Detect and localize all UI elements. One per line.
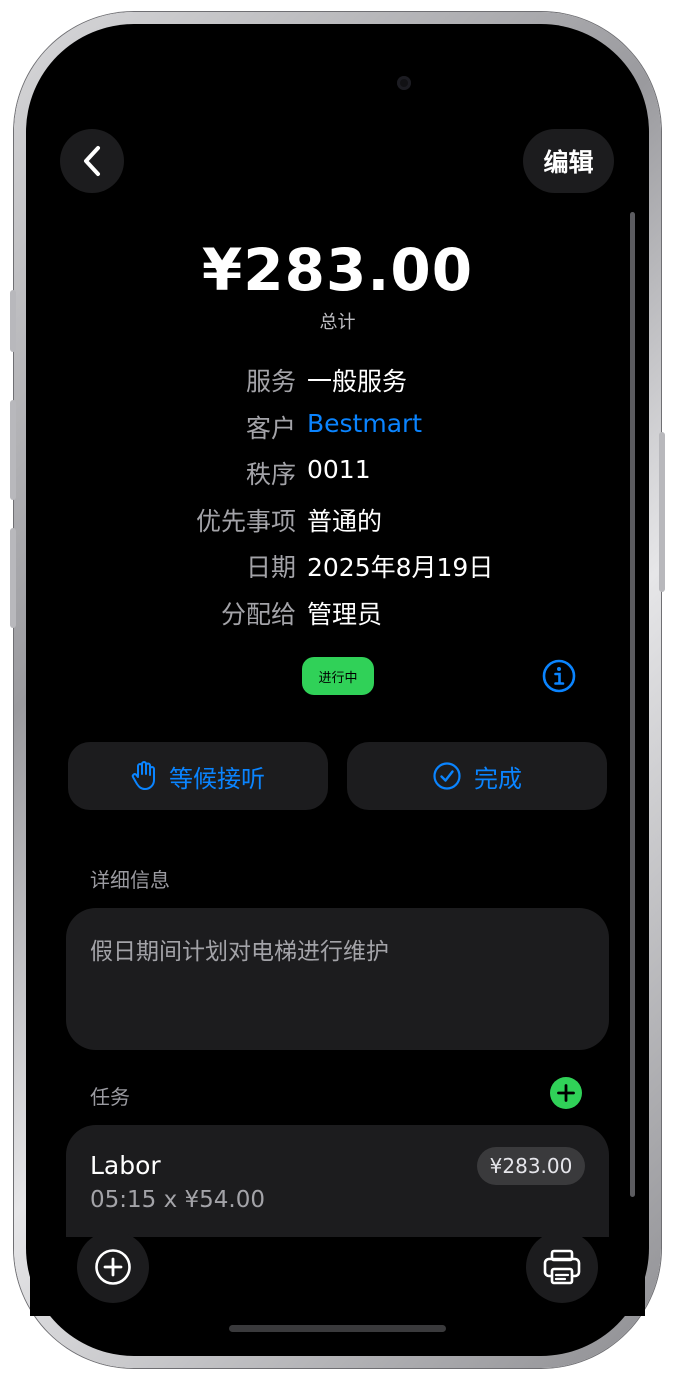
printer-icon [543, 1249, 581, 1285]
print-button[interactable] [526, 1231, 598, 1303]
customer-link[interactable]: Bestmart [307, 409, 422, 438]
priority-value: 普通的 [307, 507, 383, 536]
info-row-service: 服务 一般服务 [0, 362, 675, 398]
checkmark-circle-icon [433, 762, 461, 790]
hold-button-label: 等候接听 [169, 764, 265, 793]
total-label: 总计 [319, 312, 356, 333]
customer-label: 客户 [245, 414, 296, 443]
date-label: 日期 [245, 553, 296, 582]
tasks-section-label: 任务 [90, 1085, 130, 1109]
service-label: 服务 [245, 367, 296, 396]
date-value: 2025年8月19日 [307, 553, 494, 582]
assignee-value: 管理员 [307, 600, 383, 629]
plus-circle-icon [95, 1249, 131, 1285]
task-amount-badge: ¥283.00 [477, 1147, 585, 1185]
complete-button[interactable]: 完成 [347, 742, 607, 810]
info-row-sequence: 秩序 0011 [0, 455, 675, 491]
complete-button-label: 完成 [474, 764, 522, 793]
assignee-label: 分配给 [220, 600, 296, 629]
chevron-left-icon [84, 146, 100, 176]
sequence-value: 0011 [307, 455, 371, 484]
sequence-label: 秩序 [245, 460, 296, 489]
front-camera [397, 76, 411, 90]
back-button[interactable] [60, 129, 124, 193]
details-card[interactable]: 假日期间计划对电梯进行维护 [66, 908, 609, 1050]
details-section-label: 详细信息 [90, 868, 170, 892]
priority-label: 优先事项 [195, 507, 296, 536]
info-circle-icon[interactable] [541, 658, 577, 694]
status-badge[interactable]: 进行中 [302, 657, 374, 695]
hold-button[interactable]: 等候接听 [68, 742, 328, 810]
info-row-priority: 优先事项 普通的 [0, 502, 675, 538]
details-text: 假日期间计划对电梯进行维护 [90, 939, 389, 965]
task-name: Labor [90, 1151, 161, 1180]
task-item[interactable]: Labor 05:15 x ¥54.00 ¥283.00 [66, 1125, 609, 1237]
total-amount: ¥283.00 [201, 236, 474, 304]
service-value: 一般服务 [307, 367, 408, 396]
task-detail: 05:15 x ¥54.00 [90, 1187, 265, 1213]
hand-raised-icon [131, 761, 155, 790]
info-row-assignee: 分配给 管理员 [0, 595, 675, 631]
plus-circle-fill-icon[interactable] [550, 1077, 582, 1109]
home-indicator[interactable] [229, 1325, 446, 1332]
scrollbar[interactable] [630, 212, 635, 1197]
info-row-customer: 客户 Bestmart [0, 409, 675, 445]
edit-button[interactable]: 编辑 [523, 129, 614, 193]
info-row-date: 日期 2025年8月19日 [0, 548, 675, 584]
add-button[interactable] [77, 1231, 149, 1303]
